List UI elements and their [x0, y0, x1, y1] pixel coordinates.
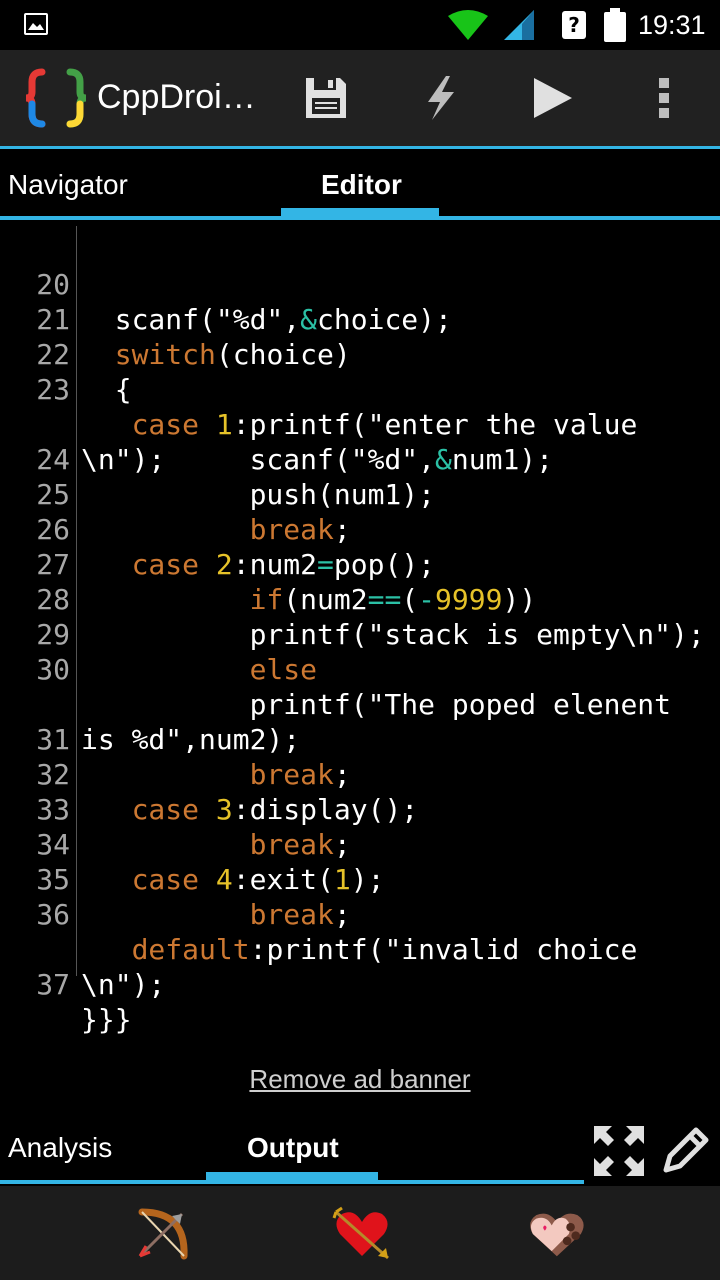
bow-arrow-icon[interactable] — [132, 1204, 192, 1264]
flash-icon — [428, 76, 454, 120]
code-line: 30 printf("The poped elenent — [0, 617, 720, 721]
heart-arrow-icon[interactable] — [332, 1204, 392, 1264]
build-button[interactable] — [412, 70, 468, 126]
app-bar: CppDroi… — [0, 50, 720, 146]
code-line: 37 }}} — [0, 932, 720, 1036]
code-line: 35 break; — [0, 827, 720, 931]
run-button[interactable] — [524, 70, 580, 126]
wifi-icon — [448, 10, 488, 40]
code-line: 21 switch(choice) — [0, 267, 720, 371]
tab-selected-indicator — [281, 208, 439, 220]
code-line: 36 default:printf("invalid choice — [0, 862, 720, 966]
tab-output[interactable]: Output — [247, 1132, 339, 1164]
code-line: 34 case 4:exit(1); — [0, 792, 720, 896]
save-button[interactable] — [298, 70, 354, 126]
gallery-icon — [24, 13, 48, 35]
code-line: 23 case 1:printf("enter the value — [0, 337, 720, 441]
ad-banner — [0, 1186, 720, 1280]
overflow-menu-button[interactable] — [636, 70, 692, 126]
bottom-tab-selected-indicator — [206, 1172, 378, 1184]
code-line: 28 printf("stack is empty\n"); — [0, 547, 720, 651]
status-bar: ? 19:31 — [0, 0, 720, 50]
pencil-icon[interactable] — [660, 1122, 714, 1176]
code-line: 26 case 2:num2=pop(); — [0, 477, 720, 581]
love-chocolate-icon[interactable] — [526, 1204, 586, 1264]
save-icon — [306, 78, 346, 118]
code-line: 24 push(num1); — [0, 407, 720, 511]
code-line: 22 { — [0, 302, 720, 406]
fullscreen-icon[interactable] — [592, 1124, 646, 1178]
code-editor[interactable]: 20 scanf("%d",&choice); 21 switch(choice… — [0, 226, 720, 1046]
code-text: \n"); — [81, 968, 166, 1001]
app-title: CppDroi… — [97, 78, 256, 116]
play-icon — [534, 78, 572, 118]
code-line: 32 case 3:display(); — [0, 722, 720, 826]
overflow-menu-icon — [659, 78, 669, 118]
tab-analysis[interactable]: Analysis — [8, 1132, 112, 1164]
code-line: \n"); scanf("%d",&num1); — [0, 372, 720, 476]
code-line: 29 else — [0, 582, 720, 686]
code-text: }}} — [81, 1003, 132, 1036]
tab-editor[interactable]: Editor — [321, 169, 402, 201]
code-line: 27 if(num2==(-9999)) — [0, 512, 720, 616]
code-line: \n"); — [0, 897, 720, 1001]
signal-icon — [504, 10, 534, 40]
app-logo-icon — [25, 68, 87, 128]
code-line: 20 scanf("%d",&choice); — [0, 232, 720, 336]
tab-navigator[interactable]: Navigator — [8, 169, 128, 201]
line-number: 37 — [36, 968, 70, 1001]
clock: 19:31 — [638, 10, 706, 40]
code-line: is %d",num2); — [0, 652, 720, 756]
code-line: 31 break; — [0, 687, 720, 791]
battery-icon — [604, 8, 626, 42]
remove-ad-banner-link[interactable]: Remove ad banner — [0, 1064, 720, 1095]
help-icon: ? — [562, 11, 586, 39]
code-line: 25 break; — [0, 442, 720, 546]
code-line: 33 break; — [0, 757, 720, 861]
